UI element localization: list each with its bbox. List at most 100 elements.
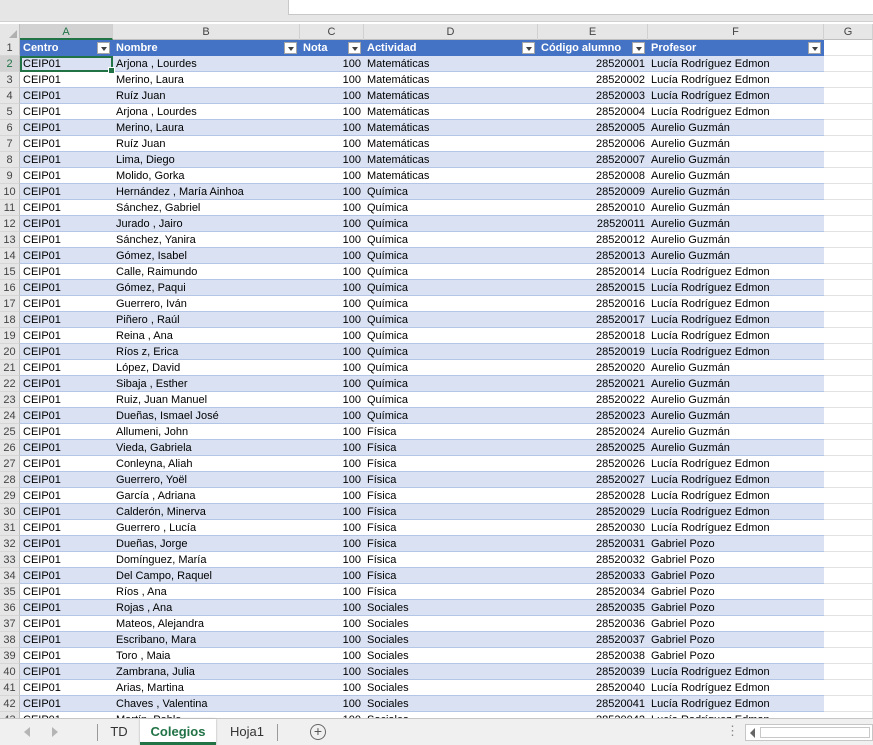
table-cell[interactable]: 28520030 xyxy=(538,520,648,536)
empty-cell[interactable] xyxy=(824,56,873,72)
empty-cell[interactable] xyxy=(824,360,873,376)
table-cell[interactable]: CEIP01 xyxy=(20,472,113,488)
table-cell[interactable]: 100 xyxy=(300,56,364,72)
table-cell[interactable]: Matemáticas xyxy=(364,136,538,152)
table-cell[interactable]: 100 xyxy=(300,552,364,568)
row-header[interactable]: 10 xyxy=(0,184,20,200)
table-cell[interactable]: CEIP01 xyxy=(20,232,113,248)
row-header[interactable]: 6 xyxy=(0,120,20,136)
table-cell[interactable]: Física xyxy=(364,472,538,488)
table-cell[interactable]: CEIP01 xyxy=(20,136,113,152)
table-cell[interactable]: 100 xyxy=(300,456,364,472)
table-cell[interactable]: 100 xyxy=(300,296,364,312)
empty-cell[interactable] xyxy=(824,152,873,168)
table-cell[interactable]: 28520002 xyxy=(538,72,648,88)
table-cell[interactable]: Zambrana, Julia xyxy=(113,664,300,680)
row-header[interactable]: 39 xyxy=(0,648,20,664)
table-cell[interactable]: CEIP01 xyxy=(20,440,113,456)
empty-cell[interactable] xyxy=(824,104,873,120)
table-cell[interactable]: Química xyxy=(364,328,538,344)
filter-dropdown-icon[interactable] xyxy=(97,42,110,54)
table-cell[interactable]: Química xyxy=(364,392,538,408)
table-cell[interactable]: Lucía Rodríguez Edmon xyxy=(648,344,824,360)
table-cell[interactable]: CEIP01 xyxy=(20,696,113,712)
table-cell[interactable]: Gómez, Paqui xyxy=(113,280,300,296)
row-header[interactable]: 22 xyxy=(0,376,20,392)
table-cell[interactable]: Lucía Rodríguez Edmon xyxy=(648,680,824,696)
table-cell[interactable]: 28520037 xyxy=(538,632,648,648)
table-cell[interactable]: 100 xyxy=(300,664,364,680)
table-cell[interactable]: CEIP01 xyxy=(20,376,113,392)
table-cell[interactable]: CEIP01 xyxy=(20,552,113,568)
table-cell[interactable]: 100 xyxy=(300,504,364,520)
table-cell[interactable]: Vieda, Gabriela xyxy=(113,440,300,456)
table-cell[interactable]: 100 xyxy=(300,72,364,88)
table-cell[interactable]: Física xyxy=(364,424,538,440)
table-cell[interactable]: Piñero , Raúl xyxy=(113,312,300,328)
sheet-tab-colegios[interactable]: Colegios xyxy=(140,719,216,745)
table-cell[interactable]: Matemáticas xyxy=(364,168,538,184)
table-cell[interactable]: López, David xyxy=(113,360,300,376)
table-cell[interactable]: Sánchez, Yanira xyxy=(113,232,300,248)
empty-cell[interactable] xyxy=(824,616,873,632)
table-cell[interactable]: Ríos z, Erica xyxy=(113,344,300,360)
filter-dropdown-icon[interactable] xyxy=(348,42,361,54)
table-cell[interactable]: Química xyxy=(364,264,538,280)
filter-dropdown-icon[interactable] xyxy=(632,42,645,54)
table-cell[interactable]: Lucía Rodríguez Edmon xyxy=(648,312,824,328)
table-cell[interactable]: CEIP01 xyxy=(20,632,113,648)
table-cell[interactable]: Aurelio Guzmán xyxy=(648,200,824,216)
table-cell[interactable]: Aurelio Guzmán xyxy=(648,184,824,200)
filter-dropdown-icon[interactable] xyxy=(522,42,535,54)
column-header-g[interactable]: G xyxy=(824,24,873,40)
row-header[interactable]: 30 xyxy=(0,504,20,520)
table-cell[interactable]: CEIP01 xyxy=(20,312,113,328)
table-cell[interactable]: Lucía Rodríguez Edmon xyxy=(648,488,824,504)
formula-input[interactable] xyxy=(288,0,873,15)
worksheet-grid[interactable]: 1 Centro Nombre Nota Actividad Código alumno P… xyxy=(0,40,873,718)
table-cell[interactable]: Química xyxy=(364,344,538,360)
table-cell[interactable]: Calle, Raimundo xyxy=(113,264,300,280)
table-cell[interactable]: 100 xyxy=(300,88,364,104)
empty-cell[interactable] xyxy=(824,200,873,216)
table-cell[interactable]: 100 xyxy=(300,104,364,120)
table-cell[interactable]: CEIP01 xyxy=(20,56,113,72)
table-cell[interactable]: Toro , Maia xyxy=(113,648,300,664)
table-cell[interactable]: 28520019 xyxy=(538,344,648,360)
table-cell[interactable]: 28520038 xyxy=(538,648,648,664)
table-cell[interactable]: Gabriel Pozo xyxy=(648,648,824,664)
table-cell[interactable]: CEIP01 xyxy=(20,168,113,184)
empty-cell[interactable] xyxy=(824,456,873,472)
table-cell[interactable]: Física xyxy=(364,488,538,504)
table-cell[interactable]: Química xyxy=(364,232,538,248)
filter-dropdown-icon[interactable] xyxy=(284,42,297,54)
row-header[interactable]: 8 xyxy=(0,152,20,168)
table-cell[interactable]: 100 xyxy=(300,600,364,616)
table-cell[interactable]: Aurelio Guzmán xyxy=(648,424,824,440)
table-cell[interactable]: 28520001 xyxy=(538,56,648,72)
row-header[interactable]: 18 xyxy=(0,312,20,328)
row-header[interactable]: 26 xyxy=(0,440,20,456)
table-cell[interactable]: 28520010 xyxy=(538,200,648,216)
table-cell[interactable]: CEIP01 xyxy=(20,120,113,136)
table-cell[interactable]: 28520027 xyxy=(538,472,648,488)
empty-cell[interactable] xyxy=(824,280,873,296)
table-cell[interactable]: Lucía Rodríguez Edmon xyxy=(648,456,824,472)
empty-cell[interactable] xyxy=(824,472,873,488)
row-header[interactable]: 34 xyxy=(0,568,20,584)
empty-cell[interactable] xyxy=(824,648,873,664)
row-header[interactable]: 5 xyxy=(0,104,20,120)
empty-cell[interactable] xyxy=(824,136,873,152)
table-cell[interactable]: CEIP01 xyxy=(20,200,113,216)
row-header[interactable]: 42 xyxy=(0,696,20,712)
table-cell[interactable]: CEIP01 xyxy=(20,264,113,280)
table-cell[interactable]: 100 xyxy=(300,200,364,216)
row-header[interactable]: 37 xyxy=(0,616,20,632)
table-cell[interactable]: Lucía Rodríguez Edmon xyxy=(648,328,824,344)
table-cell[interactable]: Sociales xyxy=(364,648,538,664)
column-header-d[interactable]: D xyxy=(364,24,538,40)
row-header[interactable]: 12 xyxy=(0,216,20,232)
table-cell[interactable]: Ruíz Juan xyxy=(113,136,300,152)
table-cell[interactable]: 28520011 xyxy=(538,216,648,232)
table-cell[interactable]: Aurelio Guzmán xyxy=(648,232,824,248)
